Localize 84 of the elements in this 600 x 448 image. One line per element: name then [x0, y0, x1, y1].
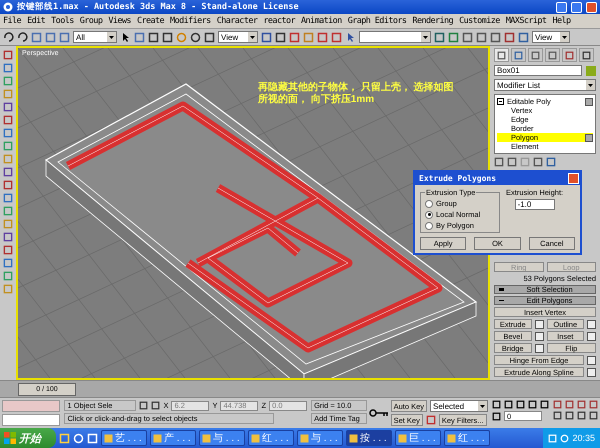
clock: 20:35	[572, 433, 595, 443]
start-button[interactable]: 开始	[0, 428, 56, 448]
panel-tab[interactable]	[545, 48, 560, 62]
named-selection-dropdown[interactable]	[359, 31, 431, 43]
undo-icon[interactable]	[3, 32, 14, 42]
menu-item[interactable]: reactor	[263, 16, 296, 26]
panel-tab[interactable]	[511, 48, 526, 62]
extrusion-height-field[interactable]: -1.0	[514, 199, 555, 210]
object-name-field[interactable]: Box01	[494, 65, 582, 76]
reference-coordinate-dropdown[interactable]: View	[218, 31, 258, 43]
modifier-list-dropdown[interactable]: Modifier List	[494, 79, 596, 91]
key-mode-dropdown[interactable]: Selected	[430, 400, 488, 412]
panel-tab[interactable]	[562, 48, 577, 62]
app-logo-icon	[3, 2, 13, 12]
taskbar-task[interactable]: 艺 . . .	[101, 430, 147, 446]
close-button[interactable]	[586, 2, 597, 12]
taskbar-task[interactable]: 与 . . .	[199, 430, 245, 446]
selection-filter-dropdown[interactable]: All	[73, 31, 117, 43]
listener-field[interactable]	[2, 400, 60, 412]
menu-item[interactable]: Modifiers	[170, 16, 211, 26]
menu-item[interactable]: Rendering	[412, 16, 454, 26]
settings-button[interactable]	[587, 320, 596, 328]
select-arrow-icon[interactable]	[120, 32, 131, 42]
window-icon	[300, 434, 309, 442]
menu-item[interactable]: Edit	[27, 16, 46, 26]
toggle-square-icon[interactable]	[585, 134, 593, 142]
menu-item[interactable]: Help	[552, 16, 571, 26]
caret-icon	[109, 36, 114, 38]
windows-logo-icon	[4, 432, 16, 444]
taskbar-task[interactable]: 产 . . .	[150, 430, 196, 446]
window-icon	[398, 434, 407, 442]
settings-button[interactable]	[534, 320, 544, 328]
caret-icon	[562, 36, 567, 38]
settings-button[interactable]	[587, 332, 596, 340]
caret-icon	[250, 36, 255, 38]
caret-icon	[423, 36, 428, 38]
restore-button[interactable]	[571, 2, 582, 12]
radio-button[interactable]	[425, 200, 433, 208]
toggle-square-icon[interactable]	[585, 98, 593, 106]
menu-item[interactable]: Animation	[301, 16, 342, 26]
settings-button[interactable]	[534, 332, 544, 340]
radio-button[interactable]	[425, 222, 433, 230]
panel-tab[interactable]	[494, 48, 509, 62]
collapse-icon[interactable]	[497, 98, 504, 105]
menu-item[interactable]: Character	[216, 16, 258, 26]
panel-tab[interactable]	[579, 48, 594, 62]
redo-icon[interactable]	[17, 32, 28, 42]
caret-icon	[588, 84, 593, 86]
close-button[interactable]	[568, 173, 579, 184]
listener-output-field[interactable]	[2, 414, 60, 426]
window-icon	[202, 434, 211, 442]
panel-tab[interactable]	[528, 48, 543, 62]
render-view-dropdown[interactable]: View	[532, 31, 570, 43]
taskbar-task[interactable]: 与 . . .	[297, 430, 343, 446]
quick-launch-icon[interactable]	[59, 432, 70, 444]
window-icon	[104, 434, 113, 442]
menu-item[interactable]: File	[3, 16, 22, 26]
annotation-text: 所视的面， 向下挤压1mm	[258, 94, 376, 106]
window-icon	[447, 434, 456, 442]
taskbar-task[interactable]: 红 . . .	[444, 430, 490, 446]
menu-item[interactable]: Graph Editors	[348, 16, 406, 26]
window-icon	[153, 434, 162, 442]
window-icon	[251, 434, 260, 442]
settings-button[interactable]	[587, 368, 596, 376]
menu-item[interactable]: Views	[108, 16, 131, 26]
taskbar-task[interactable]: 红 . . .	[248, 430, 294, 446]
menu-item[interactable]: MAXScript	[506, 16, 546, 26]
menu-item[interactable]: Customize	[459, 16, 500, 26]
named-selection-icon[interactable]	[345, 32, 356, 42]
annotation-text: 再隐藏其他的子物体， 只留上壳， 选择如图	[258, 82, 454, 94]
minimize-button[interactable]	[556, 2, 567, 12]
radio-button[interactable]	[425, 210, 433, 218]
caret-icon	[480, 404, 485, 408]
menu-item[interactable]: Create	[136, 16, 164, 26]
taskbar-task[interactable]: 巨 . . .	[395, 430, 441, 446]
taskbar-task[interactable]: 按 . . .	[346, 430, 392, 446]
window-title: 按键部线1.max - Autodesk 3ds Max 8 - Stand-alone License	[17, 1, 300, 13]
settings-button[interactable]	[534, 344, 544, 352]
menu-item[interactable]: Group	[80, 16, 102, 26]
key-icon[interactable]	[369, 408, 389, 418]
settings-button[interactable]	[587, 356, 596, 364]
window-icon	[349, 434, 358, 442]
menu-item[interactable]: Tools	[51, 16, 74, 26]
object-color-swatch[interactable]	[586, 66, 596, 76]
